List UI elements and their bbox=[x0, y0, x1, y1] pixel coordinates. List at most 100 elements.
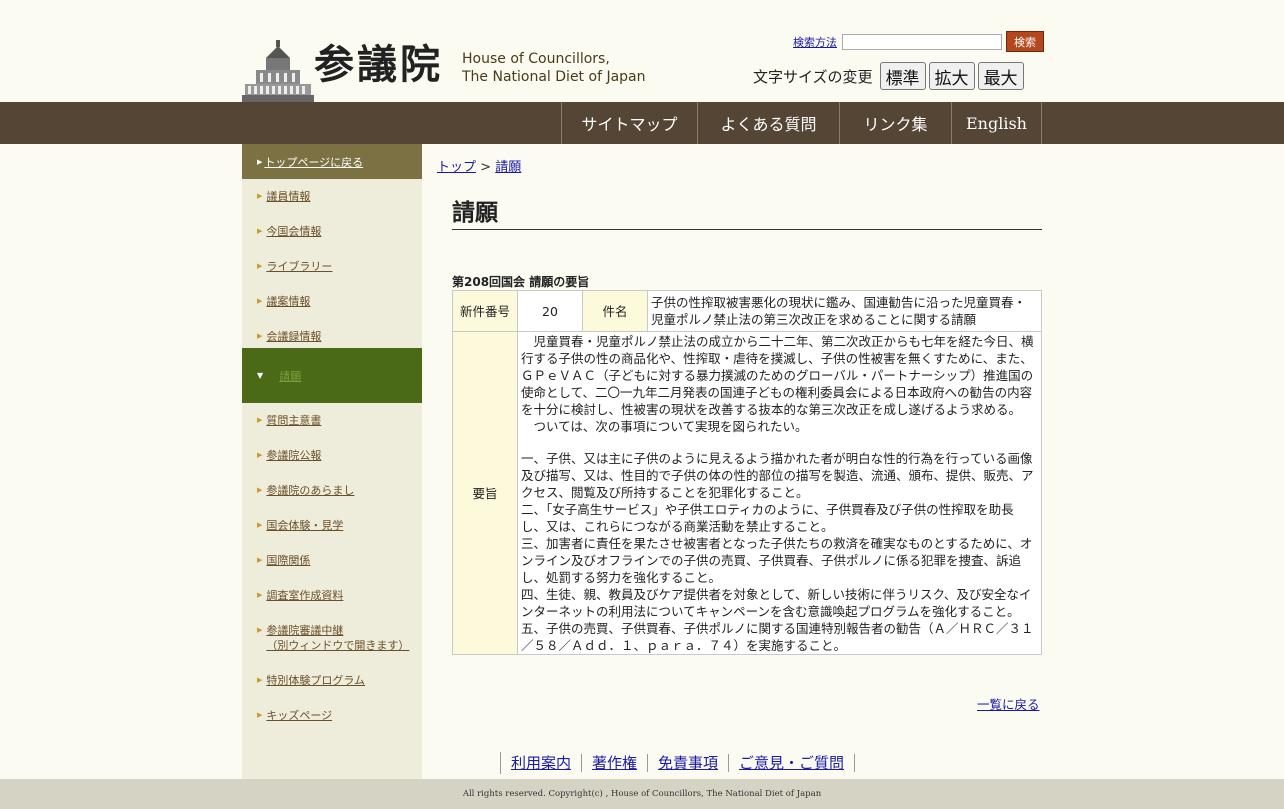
summary-header: 要旨 bbox=[452, 331, 518, 655]
summary-paragraph: ついては、次の事項について実現を図られたい。 bbox=[521, 419, 808, 434]
triangle-down-icon: ▼ bbox=[257, 371, 264, 380]
sidebar-item: ▶ キッズページ bbox=[242, 708, 422, 723]
summary-item: 四、生徒、親、教員及びケア提供者を対象として、新しい技術に伴うリスク、及び安全な… bbox=[521, 587, 1032, 619]
back-to-list-link[interactable]: 一覧に戻る bbox=[977, 694, 1040, 713]
sidebar-item-bills[interactable]: 議案情報 bbox=[266, 294, 310, 309]
font-size-max-button[interactable]: 最大 bbox=[977, 62, 1024, 90]
footer-link-feedback[interactable]: ご意見・ご質問 bbox=[729, 754, 856, 772]
sidebar-item: ▶ 国際関係 bbox=[242, 553, 422, 568]
triangle-right-icon: ▶ bbox=[257, 591, 263, 599]
petition-subject: 子供の性搾取被害悪化の現状に鑑み、国連勧告に沿った児童買春・児童ポルノ禁止法の第… bbox=[647, 290, 1042, 332]
table-row: 新件番号 20 件名 子供の性搾取被害悪化の現状に鑑み、国連勧告に沿った児童買春… bbox=[452, 290, 1042, 332]
sidebar-item-members[interactable]: 議員情報 bbox=[266, 189, 310, 204]
search-help-link[interactable]: 検索方法 bbox=[793, 34, 837, 50]
search-button[interactable]: 検索 bbox=[1006, 31, 1044, 52]
summary-item: 三、加害者に責任を果たさせ被害者となった子供たちの救済を確実なものとするために、… bbox=[521, 536, 1033, 585]
sidebar-item-petitions[interactable]: 請願 bbox=[279, 368, 301, 384]
triangle-right-icon: ▶ bbox=[257, 451, 263, 459]
sidebar-item-tour[interactable]: 国会体験・見学 bbox=[266, 518, 343, 533]
summary-item: 五、子供の売買、子供買春、子供ポルノに関する国連特別報告者の勧告（Ａ／ＨＲＣ／３… bbox=[521, 621, 1034, 653]
footer-links: 利用案内 著作権 免責事項 ご意見・ご質問 bbox=[500, 752, 856, 774]
search-input[interactable] bbox=[842, 33, 1002, 50]
summary-paragraph: 児童買春・児童ポルノ禁止法の成立から二十二年、第二次改正からも七年を経た今日、横… bbox=[521, 334, 1034, 417]
number-header: 新件番号 bbox=[452, 290, 518, 332]
nav-faq[interactable]: よくある質問 bbox=[698, 102, 840, 144]
section-subtitle: 第208回国会 請願の要旨 bbox=[452, 275, 590, 289]
footer-link-disclaimer[interactable]: 免責事項 bbox=[648, 754, 730, 772]
triangle-right-icon: ▶ bbox=[257, 556, 263, 564]
nav-sitemap[interactable]: サイトマップ bbox=[562, 102, 698, 144]
sidebar-item-kids[interactable]: キッズページ bbox=[266, 708, 332, 723]
sidebar-item-library[interactable]: ライブラリー bbox=[266, 259, 332, 274]
petition-number: 20 bbox=[517, 290, 583, 332]
triangle-right-icon: ▶ bbox=[257, 521, 263, 529]
sidebar-item-research[interactable]: 調査室作成資料 bbox=[266, 588, 343, 603]
footer-link-usage[interactable]: 利用案内 bbox=[501, 754, 583, 772]
search-bar: 検索方法 検索 bbox=[793, 31, 1044, 52]
sidebar-item-current-session[interactable]: 今国会情報 bbox=[266, 224, 321, 239]
font-size-standard-button[interactable]: 標準 bbox=[879, 62, 926, 90]
triangle-right-icon: ▶ bbox=[257, 157, 263, 166]
triangle-right-icon: ▶ bbox=[257, 297, 263, 305]
breadcrumb-home[interactable]: トップ bbox=[437, 160, 476, 175]
triangle-right-icon: ▶ bbox=[257, 486, 263, 494]
copyright: All rights reserved. Copyright(c) , Hous… bbox=[0, 779, 1284, 809]
sidebar-item: ▶ 調査室作成資料 bbox=[242, 588, 422, 603]
nav-links[interactable]: リンク集 bbox=[840, 102, 952, 144]
logo-english-line2: The National Diet of Japan bbox=[462, 69, 646, 85]
sidebar-item: ▶ ライブラリー bbox=[242, 259, 422, 274]
live-relay-line1: 参議院審議中継 bbox=[266, 624, 344, 637]
sidebar-item-special-program[interactable]: 特別体験プログラム bbox=[266, 673, 365, 688]
sidebar-item-top[interactable]: トップページに戻る bbox=[264, 154, 363, 170]
sidebar-item-international[interactable]: 国際関係 bbox=[266, 553, 310, 568]
triangle-right-icon: ▶ bbox=[257, 262, 263, 270]
font-size-control: 文字サイズの変更 標準 拡大 最大 bbox=[753, 62, 1024, 90]
summary-item: 二、「女子高生サービス」や子供エロティカのように、子供買春及び子供の性搾取を助長… bbox=[521, 502, 1014, 534]
sidebar-item: ▶ 国会体験・見学 bbox=[242, 518, 422, 533]
sidebar-item-active: ▼ 請願 bbox=[242, 348, 422, 403]
sidebar-item: ▶ 参議院公報 bbox=[242, 448, 422, 463]
sidebar-item-minutes[interactable]: 会議録情報 bbox=[266, 329, 321, 344]
font-size-large-button[interactable]: 拡大 bbox=[928, 62, 975, 90]
footer-link-copyright[interactable]: 著作権 bbox=[582, 754, 649, 772]
table-row: 要旨 児童買春・児童ポルノ禁止法の成立から二十二年、第二次改正からも七年を経た今… bbox=[452, 331, 1042, 655]
page-title: 請願 bbox=[452, 193, 1042, 230]
sidebar-item-overview[interactable]: 参議院のあらまし bbox=[266, 483, 354, 498]
sidebar-item: ▶ 会議録情報 bbox=[242, 329, 422, 344]
subject-header: 件名 bbox=[582, 290, 648, 332]
sidebar-item-bulletin[interactable]: 参議院公報 bbox=[266, 448, 321, 463]
logo-english-line1: House of Councillors, bbox=[462, 51, 610, 67]
sidebar-top-back: ▶ トップページに戻る bbox=[242, 144, 422, 179]
summary-item: 一、子供、又は主に子供のように見えるよう描かれた者が明白な性的行為を行っている画… bbox=[521, 451, 1034, 500]
breadcrumb-current[interactable]: 請願 bbox=[495, 160, 521, 175]
triangle-right-icon: ▶ bbox=[257, 626, 263, 634]
diet-building-icon bbox=[242, 40, 314, 102]
breadcrumb-separator: > bbox=[480, 160, 492, 175]
site-logo[interactable]: 参議院 House of Councillors, The National D… bbox=[242, 40, 646, 102]
font-size-label: 文字サイズの変更 bbox=[753, 67, 873, 86]
triangle-right-icon: ▶ bbox=[257, 416, 263, 424]
petition-table: 新件番号 20 件名 子供の性搾取被害悪化の現状に鑑み、国連勧告に沿った児童買春… bbox=[452, 290, 1042, 655]
sidebar-item-live-relay[interactable]: 参議院審議中継 （別ウィンドウで開きます） bbox=[266, 623, 409, 653]
sidebar-item-questions[interactable]: 質問主意書 bbox=[266, 413, 321, 428]
sidebar-item: ▶ 議案情報 bbox=[242, 294, 422, 309]
triangle-right-icon: ▶ bbox=[257, 192, 263, 200]
triangle-right-icon: ▶ bbox=[257, 227, 263, 235]
breadcrumb: トップ > 請願 bbox=[437, 156, 521, 175]
triangle-right-icon: ▶ bbox=[257, 676, 263, 684]
logo-kanji: 参議院 bbox=[314, 41, 443, 88]
logo-english: House of Councillors, The National Diet … bbox=[462, 50, 646, 86]
petition-summary: 児童買春・児童ポルノ禁止法の成立から二十二年、第二次改正からも七年を経た今日、横… bbox=[517, 331, 1042, 655]
live-relay-line2: （別ウィンドウで開きます） bbox=[266, 639, 410, 652]
nav-english[interactable]: English bbox=[952, 102, 1042, 144]
triangle-right-icon: ▶ bbox=[257, 332, 263, 340]
sidebar-item: ▶ 特別体験プログラム bbox=[242, 673, 422, 688]
top-navigation: サイトマップ よくある質問 リンク集 English bbox=[0, 102, 1284, 144]
header: 参議院 House of Councillors, The National D… bbox=[0, 0, 1284, 102]
sidebar-item: ▶ 参議院のあらまし bbox=[242, 483, 422, 498]
sidebar-item: ▶ 議員情報 bbox=[242, 189, 422, 204]
triangle-right-icon: ▶ bbox=[257, 711, 263, 719]
sidebar: ▶ トップページに戻る ▶ 議員情報 ▶ 今国会情報 ▶ ライブラリー ▶ 議案情報 ▶… bbox=[242, 144, 422, 779]
sidebar-item: ▶ 今国会情報 bbox=[242, 224, 422, 239]
sidebar-item: ▶ 参議院審議中継 （別ウィンドウで開きます） bbox=[242, 623, 422, 653]
